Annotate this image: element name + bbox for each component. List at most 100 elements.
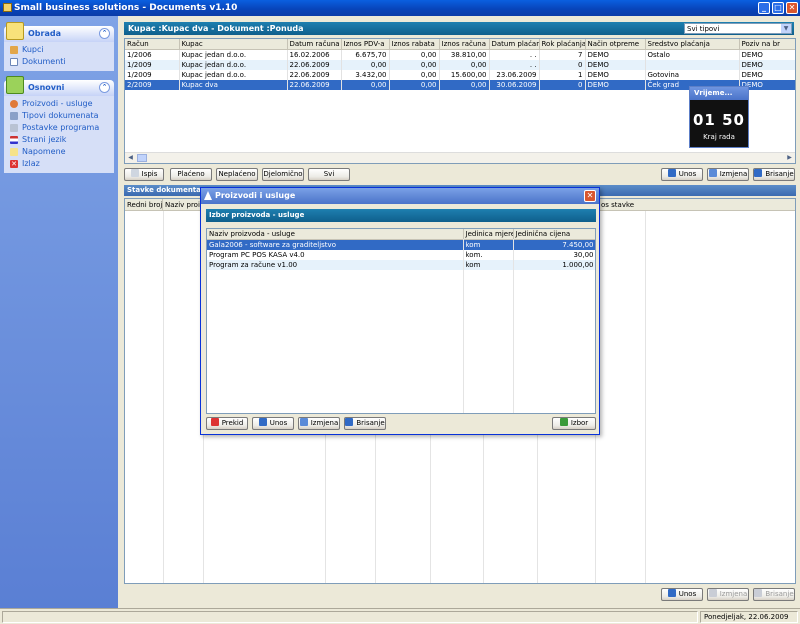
table-cell: Kupac dva [179, 80, 288, 90]
dialog-close-button[interactable]: ✕ [584, 190, 596, 202]
table-cell: 23.06.2009 [489, 70, 540, 80]
products-table-header: Naziv proizvoda - usluge Jedinica mjere Je… [207, 229, 595, 240]
dialog-unos-button[interactable]: Unos [252, 417, 294, 430]
dialog-brisanje-button[interactable]: Brisanje [344, 417, 386, 430]
horizontal-scrollbar[interactable]: ◀ ▶ [125, 152, 795, 163]
ispis-button[interactable]: Ispis [124, 168, 164, 181]
close-window-button[interactable]: ✕ [786, 2, 798, 14]
izmjena-button[interactable]: Izmjena [707, 168, 749, 181]
table-cell: Ostalo [645, 49, 740, 60]
neplaceno-button[interactable]: Neplaćeno [216, 168, 258, 181]
maximize-button[interactable]: □ [772, 2, 784, 14]
doc-col-header[interactable]: Način otpreme [585, 39, 646, 50]
col-naziv[interactable]: Naziv proizv [163, 199, 203, 211]
scroll-right-icon[interactable]: ▶ [784, 153, 795, 163]
documents-table-header: Račun Kupac Datum računa Iznos PDV-a Iznos r… [125, 39, 795, 50]
dialog-izmjena-button[interactable]: Izmjena [298, 417, 340, 430]
table-cell: DEMO [739, 60, 795, 70]
minus-icon [754, 589, 763, 597]
items-izmjena-button[interactable]: Izmjena [707, 588, 749, 601]
prekid-button[interactable]: Prekid [206, 417, 248, 430]
doc-col-header[interactable]: Račun [125, 39, 180, 50]
brisanje-button[interactable]: Brisanje [753, 168, 795, 181]
sidebar-item-dokumenti[interactable]: Dokumenti [4, 56, 114, 68]
table-cell: 15.600,00 [439, 70, 490, 80]
window-titlebar[interactable]: Small business solutions - Documents v1.… [0, 0, 800, 16]
table-cell: 0,00 [389, 60, 440, 70]
table-cell: 0,00 [439, 60, 490, 70]
doc-col-header[interactable]: Poziv na br [739, 39, 795, 50]
col-redni-broj[interactable]: Redni broj [125, 199, 163, 211]
list-item[interactable]: Program za račune v1.00 kom 1.000,00 [207, 260, 595, 270]
sidebar-item-postavke[interactable]: Postavke programa [4, 122, 114, 134]
table-cell: DEMO [585, 80, 646, 90]
scroll-thumb[interactable] [137, 154, 147, 162]
col-stavke[interactable]: os stavke [599, 199, 795, 211]
izbor-button[interactable]: Izbor [552, 417, 596, 430]
table-row[interactable]: 1/2009 Kupac jedan d.o.o. 22.06.2009 0,00 0,… [125, 60, 795, 70]
items-brisanje-button[interactable]: Brisanje [753, 588, 795, 601]
edit-icon [708, 169, 717, 177]
table-cell: 0 [539, 60, 586, 70]
djelomicno-button[interactable]: Djelomično [262, 168, 304, 181]
table-cell: kom [463, 239, 514, 250]
group-header-osnovni[interactable]: Osnovni ⌃ [4, 76, 114, 96]
sidebar: Obrada ⌃ Kupci Dokumenti Osnovni ⌃ Proiz… [0, 16, 118, 608]
doc-col-header[interactable]: Rok plaćanja [539, 39, 586, 50]
product-col-header[interactable]: Jedinica mjere [463, 229, 514, 240]
settings-icon [10, 124, 18, 132]
placeno-button[interactable]: Plaćeno [170, 168, 212, 181]
scroll-left-icon[interactable]: ◀ [125, 153, 136, 163]
items-unos-button[interactable]: Unos [661, 588, 703, 601]
table-cell: 1/2009 [125, 60, 180, 70]
group-header-obrada[interactable]: Obrada ⌃ [4, 22, 114, 42]
product-col-header[interactable]: Jedinična cijena [513, 229, 595, 240]
sidebar-item-kupci[interactable]: Kupci [4, 44, 114, 56]
sidebar-item-tipovi[interactable]: Tipovi dokumenata [4, 110, 114, 122]
document-type-filter[interactable]: Svi tipovi ▼ [684, 23, 792, 34]
table-cell: 22.06.2009 [287, 70, 342, 80]
products-dialog[interactable]: Proizvodi i usluge ✕ Izbor proizvoda - u… [200, 187, 600, 435]
sidebar-item-jezik[interactable]: Strani jezik [4, 134, 114, 146]
users-icon [10, 46, 18, 54]
doc-col-header[interactable]: Datum računa [287, 39, 342, 50]
collapse-icon[interactable]: ⌃ [99, 82, 110, 93]
folder-pen-icon [6, 22, 24, 40]
unos-button[interactable]: Unos [661, 168, 703, 181]
doc-col-header[interactable]: Iznos računa [439, 39, 490, 50]
app-icon [3, 3, 12, 12]
sidebar-group-osnovni: Osnovni ⌃ Proizvodi - usluge Tipovi doku… [4, 76, 114, 173]
warning-triangle-icon [204, 191, 212, 200]
table-cell: Program za račune v1.00 [207, 260, 464, 270]
doc-col-header[interactable]: Iznos PDV-a [341, 39, 390, 50]
timer-widget[interactable]: Vrijeme... 01 50 Kraj rada [689, 86, 749, 148]
list-item[interactable]: Gala2006 - software za graditeljstvo kom 7… [207, 239, 595, 250]
table-cell: kom [463, 260, 514, 270]
sidebar-item-izlaz[interactable]: ✕ Izlaz [4, 158, 114, 170]
chevron-down-icon[interactable]: ▼ [781, 24, 791, 33]
printer-icon [130, 169, 139, 177]
document-icon [10, 58, 18, 66]
minimize-button[interactable]: _ [758, 2, 770, 14]
documents-header: Kupac :Kupac dva - Dokument :Ponuda Svi … [124, 22, 794, 35]
table-cell: 22.06.2009 [287, 80, 342, 90]
doc-col-header[interactable]: Kupac [179, 39, 288, 50]
collapse-icon[interactable]: ⌃ [99, 28, 110, 39]
products-grid[interactable]: Naziv proizvoda - usluge Jedinica mjere Je… [206, 228, 596, 414]
product-col-header[interactable]: Naziv proizvoda - usluge [207, 229, 464, 240]
table-cell: 0,00 [341, 80, 390, 90]
table-row[interactable]: 1/2009 Kupac jedan d.o.o. 22.06.2009 3.432,… [125, 70, 795, 80]
table-cell: Program PC POS KASA v4.0 [207, 250, 464, 260]
sidebar-item-proizvodi[interactable]: Proizvodi - usluge [4, 98, 114, 110]
doc-col-header[interactable]: Sredstvo plaćanja [645, 39, 740, 50]
list-item[interactable]: Program PC POS KASA v4.0 kom. 30,00 [207, 250, 595, 260]
table-cell: 38.810,00 [439, 49, 490, 60]
dialog-titlebar[interactable]: Proizvodi i usluge ✕ [201, 188, 599, 204]
doc-col-header[interactable]: Datum plaćanja [489, 39, 540, 50]
doc-col-header[interactable]: Iznos rabata [389, 39, 440, 50]
table-row[interactable]: 1/2006 Kupac jedan d.o.o. 16.02.2006 6.675,… [125, 49, 795, 60]
svi-button[interactable]: Svi [308, 168, 350, 181]
sidebar-item-napomene[interactable]: Napomene [4, 146, 114, 158]
table-cell: Kupac jedan d.o.o. [179, 60, 288, 70]
table-cell: DEMO [585, 49, 646, 60]
